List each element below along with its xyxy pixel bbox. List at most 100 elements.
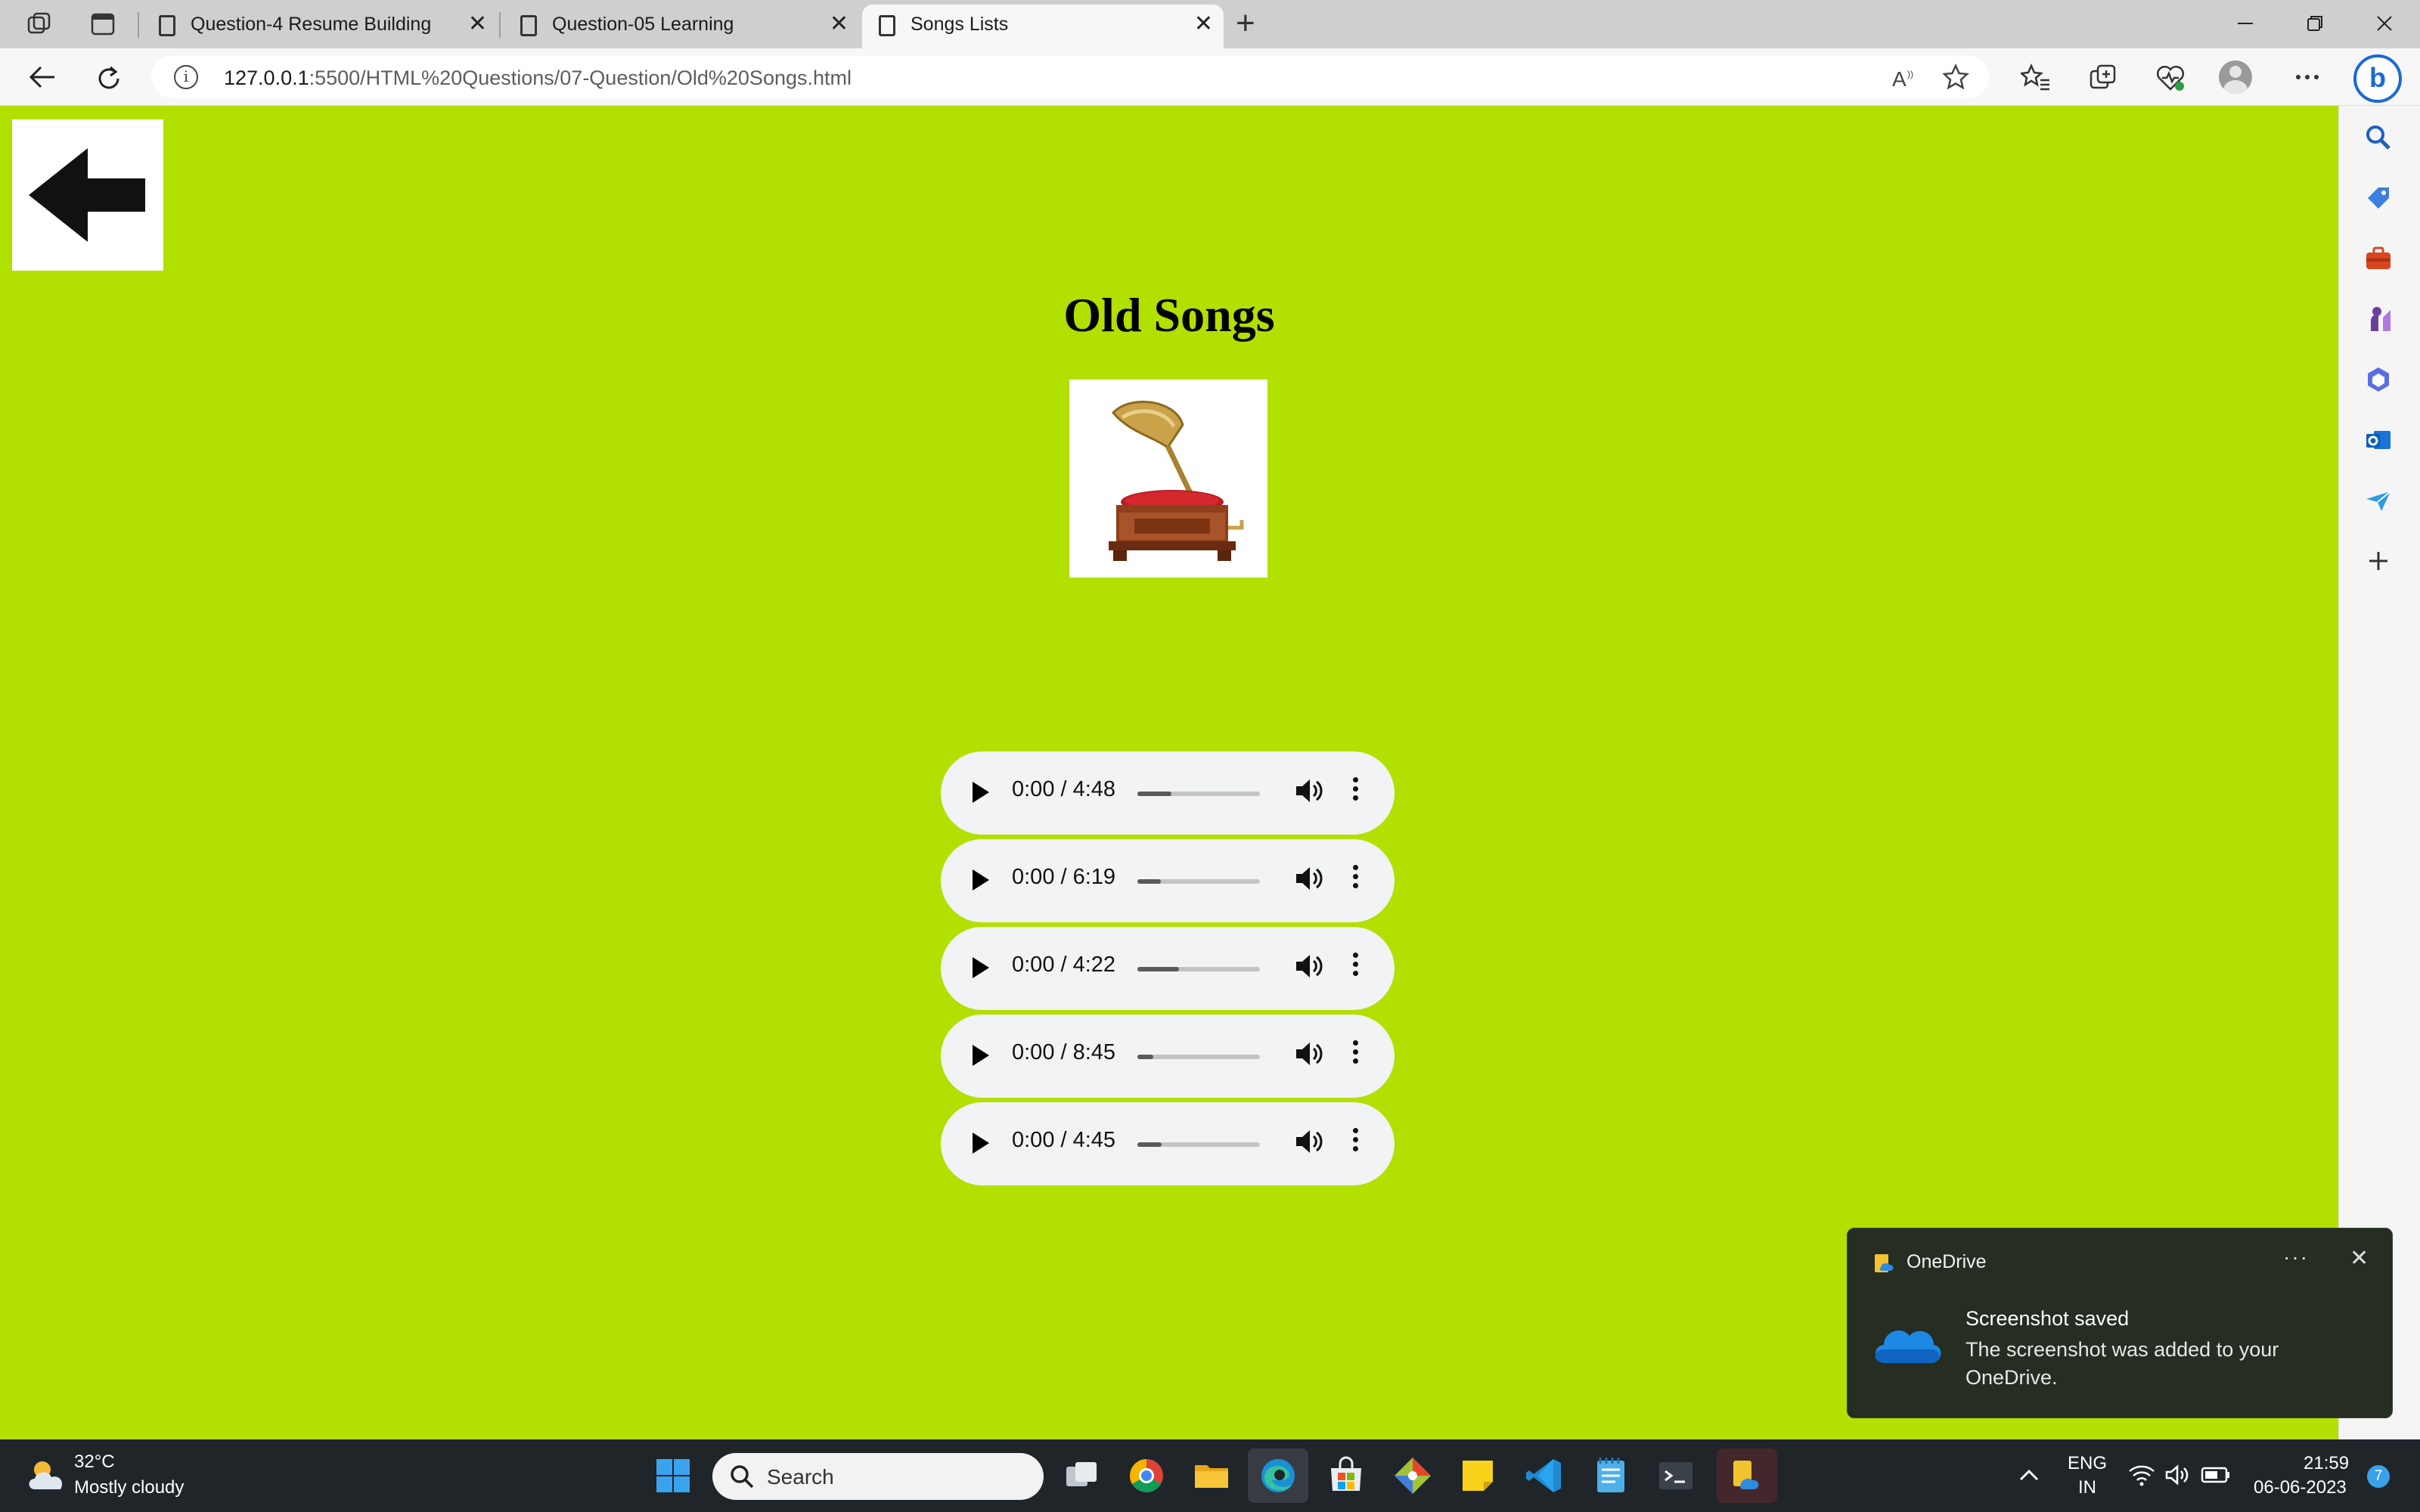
tools-icon[interactable] xyxy=(2363,243,2394,274)
seek-slider[interactable] xyxy=(1137,1142,1260,1147)
more-options-icon[interactable] xyxy=(1352,1125,1360,1158)
language-top[interactable]: ENG xyxy=(2068,1453,2107,1474)
task-view-icon[interactable] xyxy=(1060,1455,1103,1497)
clock-date[interactable]: 06-06-2023 xyxy=(2254,1477,2347,1498)
audio-player[interactable]: 0:00 / 4:45 xyxy=(941,1102,1395,1185)
browser-essentials-icon[interactable] xyxy=(2155,64,2186,92)
volume-icon[interactable] xyxy=(1292,862,1325,895)
buffered-bar xyxy=(1137,967,1180,971)
back-button[interactable] xyxy=(12,119,163,271)
microsoft-store-icon[interactable] xyxy=(1325,1455,1367,1497)
edge-icon[interactable] xyxy=(1257,1455,1299,1497)
more-options-icon[interactable] xyxy=(1352,774,1360,807)
terminal-icon[interactable] xyxy=(1655,1455,1697,1497)
address-bar[interactable]: i 127.0.0.1:5500/HTML%20Questions/07-Que… xyxy=(151,56,1989,98)
git-gui-icon[interactable] xyxy=(1392,1455,1434,1497)
buffered-bar xyxy=(1137,1055,1154,1059)
volume-icon[interactable] xyxy=(1292,1125,1325,1158)
play-icon[interactable] xyxy=(973,1132,989,1154)
games-icon[interactable] xyxy=(2363,304,2394,334)
clock-time[interactable]: 21:59 xyxy=(2304,1453,2349,1474)
more-options-icon[interactable] xyxy=(1352,1037,1360,1070)
audio-player[interactable]: 0:00 / 6:19 xyxy=(941,839,1395,922)
volume-icon[interactable] xyxy=(2164,1464,2192,1486)
play-icon[interactable] xyxy=(973,782,989,803)
collections-icon[interactable] xyxy=(2089,64,2118,92)
audio-time: 0:00 / 4:45 xyxy=(1012,1128,1116,1152)
tab-close-icon[interactable]: ✕ xyxy=(1194,12,1213,36)
sticky-notes-icon[interactable] xyxy=(1457,1455,1499,1497)
url-text[interactable]: 127.0.0.1:5500/HTML%20Questions/07-Quest… xyxy=(224,67,852,90)
language-bottom[interactable]: IN xyxy=(2078,1477,2096,1498)
site-info-icon[interactable]: i xyxy=(174,65,198,89)
vs-code-icon[interactable] xyxy=(1523,1455,1565,1497)
chrome-icon[interactable] xyxy=(1125,1455,1168,1497)
file-explorer-icon[interactable] xyxy=(1190,1455,1233,1497)
svg-text:A: A xyxy=(1892,67,1907,91)
more-options-icon[interactable] xyxy=(1352,950,1360,983)
onedrive-notification[interactable]: OneDrive ··· ✕ Screenshot saved The scre… xyxy=(1847,1228,2393,1418)
add-icon[interactable] xyxy=(2363,546,2394,576)
minimize-icon[interactable] xyxy=(2234,12,2257,35)
workspaces-icon[interactable] xyxy=(26,11,53,38)
play-icon[interactable] xyxy=(973,957,989,978)
more-options-icon[interactable] xyxy=(1352,862,1360,895)
send-icon[interactable] xyxy=(2363,485,2394,516)
shopping-tag-icon[interactable] xyxy=(2363,183,2394,213)
close-window-icon[interactable] xyxy=(2373,12,2396,35)
volume-icon[interactable] xyxy=(1292,774,1325,807)
play-icon[interactable] xyxy=(973,1045,989,1066)
back-icon[interactable] xyxy=(27,64,57,91)
favorites-icon[interactable] xyxy=(2021,64,2051,92)
volume-icon[interactable] xyxy=(1292,950,1325,983)
volume-icon[interactable] xyxy=(1292,1037,1325,1070)
seek-slider[interactable] xyxy=(1137,967,1260,971)
tab-question-05[interactable]: Question-05 Learning ✕ xyxy=(504,5,859,48)
audio-player[interactable]: 0:00 / 4:22 xyxy=(941,927,1395,1010)
tab-songs-lists[interactable]: Songs Lists ✕ xyxy=(862,5,1224,48)
wifi-icon[interactable] xyxy=(2128,1464,2155,1486)
notification-badge[interactable]: 7 xyxy=(2367,1465,2390,1488)
weather-description[interactable]: Mostly cloudy xyxy=(74,1477,184,1498)
windows-start-icon[interactable] xyxy=(655,1458,691,1494)
chevron-up-icon[interactable] xyxy=(2018,1467,2040,1483)
tab-close-icon[interactable]: ✕ xyxy=(830,12,849,36)
search-icon xyxy=(731,1465,754,1489)
read-aloud-icon[interactable]: A)) xyxy=(1891,65,1921,91)
play-icon[interactable] xyxy=(973,869,989,891)
battery-icon[interactable] xyxy=(2201,1465,2231,1485)
tab-question-4[interactable]: Question-4 Resume Building ✕ xyxy=(142,5,498,48)
restore-icon[interactable] xyxy=(2304,12,2326,35)
audio-player[interactable]: 0:00 / 4:48 xyxy=(941,751,1395,835)
seek-slider[interactable] xyxy=(1137,1055,1260,1059)
audio-player[interactable]: 0:00 / 8:45 xyxy=(941,1015,1395,1098)
profile-avatar[interactable] xyxy=(2219,60,2252,94)
page-icon xyxy=(520,15,537,36)
notification-more-icon[interactable]: ··· xyxy=(2283,1245,2309,1269)
tab-close-icon[interactable]: ✕ xyxy=(468,12,487,36)
favorite-star-icon[interactable] xyxy=(1942,64,1969,91)
notification-close-icon[interactable]: ✕ xyxy=(2350,1245,2369,1272)
onedrive-cloud-icon xyxy=(1875,1330,1941,1363)
browser-toolbar: i 127.0.0.1:5500/HTML%20Questions/07-Que… xyxy=(0,48,2420,106)
weather-cloudy-icon[interactable] xyxy=(26,1458,68,1492)
page-title: Old Songs xyxy=(1063,288,1275,342)
taskbar: 32°C Mostly cloudy Search ENG IN 21:59 0… xyxy=(0,1439,2420,1512)
new-tab-button[interactable]: + xyxy=(1236,6,1255,41)
vertical-tabs-icon[interactable] xyxy=(89,11,116,38)
notepad-icon[interactable] xyxy=(1590,1455,1632,1497)
audio-time: 0:00 / 4:22 xyxy=(1012,953,1116,977)
more-options-icon[interactable] xyxy=(2294,73,2320,82)
search-icon[interactable] xyxy=(2363,122,2394,153)
refresh-icon[interactable] xyxy=(94,64,124,94)
microsoft-365-icon[interactable] xyxy=(2363,364,2394,395)
onedrive-taskbar-icon[interactable] xyxy=(1726,1455,1768,1497)
bing-copilot-icon[interactable]: b xyxy=(2353,54,2402,103)
seek-slider[interactable] xyxy=(1137,792,1260,796)
audio-time: 0:00 / 8:45 xyxy=(1012,1040,1116,1064)
taskbar-search[interactable]: Search xyxy=(712,1453,1044,1500)
weather-temperature[interactable]: 32°C xyxy=(74,1452,115,1473)
seek-slider[interactable] xyxy=(1137,879,1260,884)
buffered-bar xyxy=(1137,879,1161,884)
outlook-icon[interactable] xyxy=(2363,425,2394,455)
